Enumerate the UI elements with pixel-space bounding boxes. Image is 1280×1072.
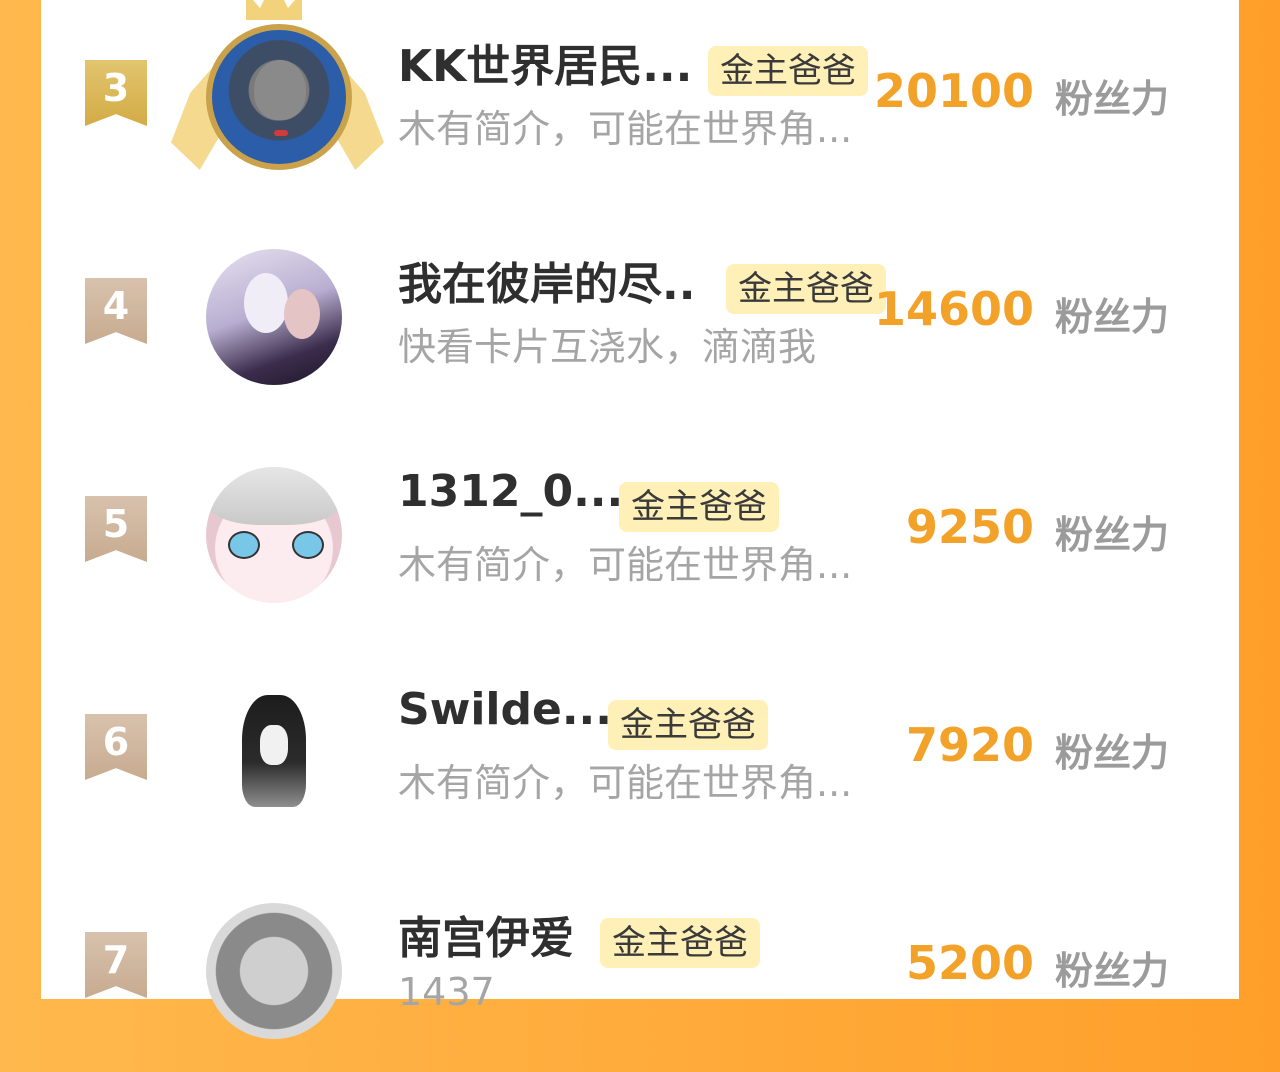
fan-score-unit: 粉丝力 xyxy=(1054,731,1169,775)
user-name[interactable]: 我在彼岸的尽.. xyxy=(398,248,695,312)
demon-sketch-avatar xyxy=(206,685,342,821)
fan-score: 20100 xyxy=(873,64,1034,118)
avatar[interactable] xyxy=(201,898,347,1044)
sponsor-badge: 金主爸爸 xyxy=(600,918,760,968)
list-item[interactable]: 3 KK世界居民... 金主爸爸 木有简介，可能在世界角... 20100 粉丝… xyxy=(41,0,1239,200)
rank-badge: 5 xyxy=(85,496,147,562)
user-bio: 木有简介，可能在世界角... xyxy=(398,107,853,151)
fan-score-unit: 粉丝力 xyxy=(1054,77,1169,121)
rank-badge: 4 xyxy=(85,278,147,344)
crown-icon xyxy=(246,0,302,20)
user-bio: 快看卡片互浇水，滴滴我 xyxy=(398,325,817,369)
sponsor-badge: 金主爸爸 xyxy=(726,264,886,314)
sponsor-badge: 金主爸爸 xyxy=(608,700,768,750)
user-bio: 木有简介，可能在世界角... xyxy=(398,761,853,805)
sponsor-badge: 金主爸爸 xyxy=(708,46,868,96)
sponsor-badge: 金主爸爸 xyxy=(619,482,779,532)
eye-icon xyxy=(292,531,324,559)
avatar[interactable] xyxy=(201,244,347,390)
embrace-illustration-avatar xyxy=(206,249,342,385)
cat-photo-avatar xyxy=(206,24,352,170)
user-name[interactable]: Swilde... xyxy=(398,684,612,735)
fan-score-unit: 粉丝力 xyxy=(1054,295,1169,339)
grayscale-photo-avatar xyxy=(206,903,342,1039)
avatar[interactable] xyxy=(201,462,347,608)
list-item[interactable]: 5 1312_0... 金主爸爸 木有简介，可能在世界角... 9250 粉丝力 xyxy=(41,436,1239,636)
fan-score-unit: 粉丝力 xyxy=(1054,513,1169,557)
user-bio: 1437 xyxy=(398,970,495,1014)
user-bio: 木有简介，可能在世界角... xyxy=(398,543,853,587)
fan-score: 9250 xyxy=(905,500,1034,554)
list-item[interactable]: 6 Swilde... 金主爸爸 木有简介，可能在世界角... 7920 粉丝力 xyxy=(41,654,1239,854)
fan-score: 14600 xyxy=(873,282,1034,336)
avatar[interactable] xyxy=(201,680,347,826)
eye-icon xyxy=(228,531,260,559)
list-item[interactable]: 4 我在彼岸的尽.. 金主爸爸 快看卡片互浇水，滴滴我 14600 粉丝力 xyxy=(41,218,1239,418)
fan-score: 7920 xyxy=(905,718,1034,772)
avatar[interactable] xyxy=(206,24,352,170)
rank-badge: 3 xyxy=(85,60,147,126)
user-name[interactable]: 南宫伊爱 xyxy=(398,902,574,966)
user-name[interactable]: KK世界居民... xyxy=(398,30,692,94)
anime-face-avatar xyxy=(206,467,342,603)
fan-score: 5200 xyxy=(905,936,1034,990)
rank-badge: 7 xyxy=(85,932,147,998)
rank-badge: 6 xyxy=(85,714,147,780)
ranking-panel: 3 KK世界居民... 金主爸爸 木有简介，可能在世界角... 20100 粉丝… xyxy=(41,0,1239,1039)
fan-score-unit: 粉丝力 xyxy=(1054,949,1169,993)
list-item[interactable]: 7 南宫伊爱 金主爸爸 1437 5200 粉丝力 xyxy=(41,872,1239,1072)
user-name[interactable]: 1312_0... xyxy=(398,466,623,517)
